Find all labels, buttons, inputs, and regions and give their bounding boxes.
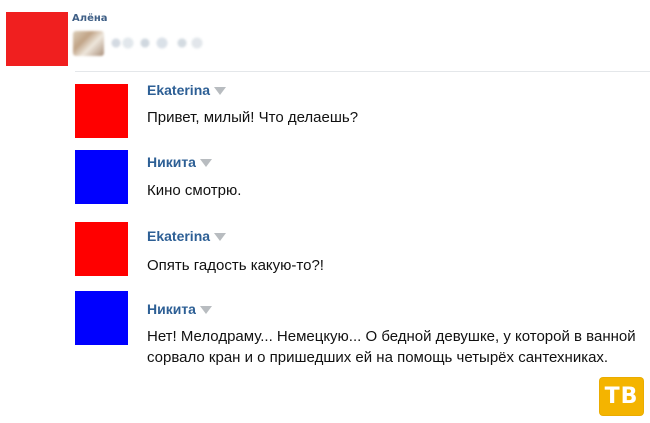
message-avatar[interactable]	[75, 84, 128, 138]
header-avatar	[6, 12, 68, 66]
header-name: Алёна	[72, 13, 108, 24]
blurred-profile-text	[108, 36, 206, 50]
chevron-down-icon[interactable]	[199, 305, 212, 314]
chevron-down-icon[interactable]	[199, 158, 212, 167]
message-avatar[interactable]	[75, 222, 128, 276]
message-text: Нет! Мелодраму... Немецкую... О бедной д…	[147, 328, 636, 366]
header-separator	[75, 71, 650, 72]
message-avatar[interactable]	[75, 150, 128, 204]
message-text: Кино смотрю.	[147, 182, 242, 199]
message-author[interactable]: Ekaterina	[147, 228, 227, 244]
chevron-down-icon[interactable]	[214, 86, 227, 95]
blurred-profile-photo	[73, 31, 104, 56]
message-text: Опять гадость какую-то?!	[147, 257, 324, 274]
chevron-down-icon[interactable]	[214, 232, 227, 241]
tb-watermark-label: ТВ	[604, 384, 639, 409]
message-author-name[interactable]: Ekaterina	[147, 228, 210, 244]
message-text: Привет, милый! Что делаешь?	[147, 109, 359, 126]
message-author-name[interactable]: Ekaterina	[147, 82, 210, 98]
message-author[interactable]: Никита	[147, 301, 212, 317]
tb-watermark-logo: ТВ	[599, 377, 644, 416]
message-author-name[interactable]: Никита	[147, 154, 196, 170]
message-author[interactable]: Ekaterina	[147, 82, 227, 98]
message-avatar[interactable]	[75, 291, 128, 345]
message-author-name[interactable]: Никита	[147, 301, 196, 317]
message-author[interactable]: Никита	[147, 154, 212, 170]
